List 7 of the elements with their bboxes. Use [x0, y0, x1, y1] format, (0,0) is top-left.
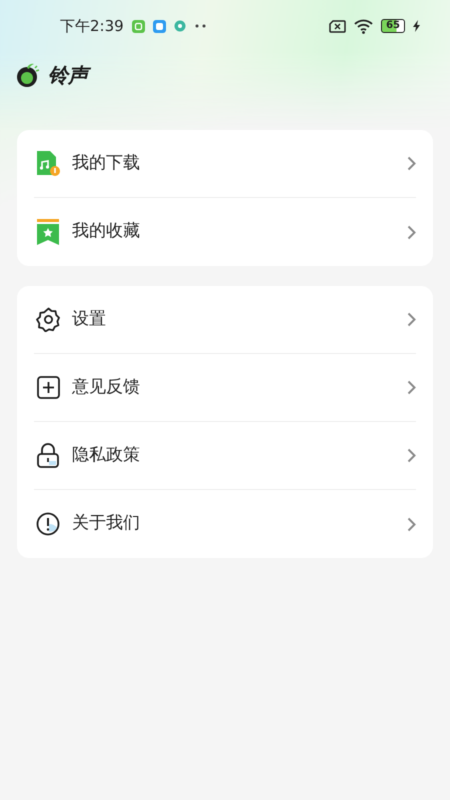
menu-item[interactable]: 意见反馈	[34, 354, 416, 422]
status-time: 下午2:39	[60, 16, 124, 37]
menu-item[interactable]: 隐私政策	[34, 422, 416, 490]
menu-item[interactable]: 关于我们	[34, 490, 416, 558]
menu-item[interactable]: 我的收藏	[34, 198, 416, 266]
menu-item[interactable]: 设置	[34, 286, 416, 354]
menu-item[interactable]: 我的下载	[34, 130, 416, 198]
